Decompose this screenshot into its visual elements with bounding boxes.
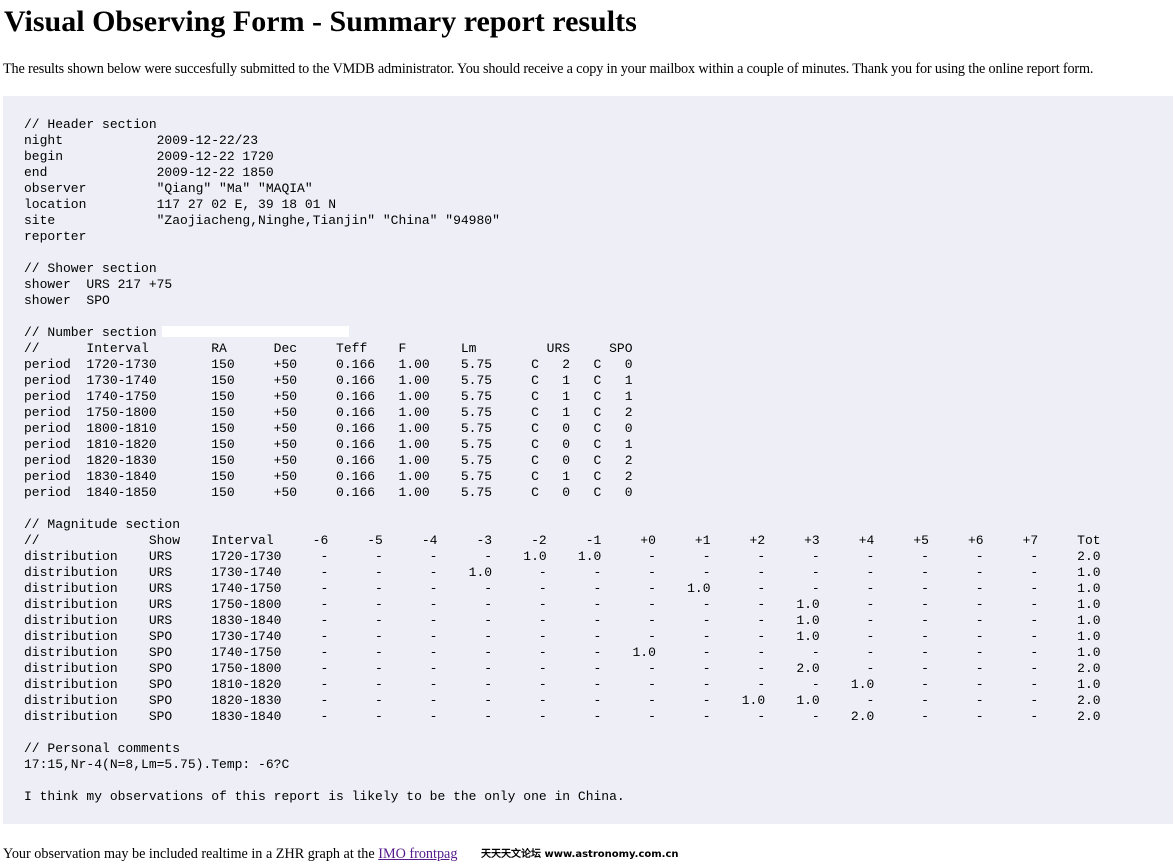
report-line: period 1820-1830 150 +50 0.166 1.00 5.75… — [24, 453, 633, 468]
intro-text: The results shown below were succesfully… — [3, 61, 1094, 77]
report-line: reporter — [24, 229, 87, 244]
report-line: location 117 27 02 E, 39 18 01 N — [24, 197, 337, 212]
report-line: observer "Qiang" "Ma" "MAQIA" — [24, 181, 313, 196]
report-line: period 1840-1850 150 +50 0.166 1.00 5.75… — [24, 485, 633, 500]
report-line: distribution URS 1720-1730 - - - - 1.0 1… — [24, 549, 1101, 564]
report-line: distribution URS 1830-1840 - - - - - - -… — [24, 613, 1101, 628]
report-line: // Show Interval -6 -5 -4 -3 -2 -1 +0 +1… — [24, 533, 1101, 548]
footer-text-before-link: Your observation may be included realtim… — [3, 846, 379, 862]
report-line: begin 2009-12-22 1720 — [24, 149, 274, 164]
report-text: // Header section night 2009-12-22/23 be… — [24, 117, 1101, 805]
report-line: distribution URS 1740-1750 - - - - - - -… — [24, 581, 1101, 596]
reporter-redaction — [162, 326, 349, 337]
report-line: distribution URS 1730-1740 - - - 1.0 - -… — [24, 565, 1101, 580]
report-line: night 2009-12-22/23 — [24, 133, 259, 148]
report-line: period 1750-1800 150 +50 0.166 1.00 5.75… — [24, 405, 633, 420]
report-line: end 2009-12-22 1850 — [24, 165, 274, 180]
report-line: period 1830-1840 150 +50 0.166 1.00 5.75… — [24, 469, 633, 484]
page-title: Visual Observing Form - Summary report r… — [4, 5, 637, 38]
report-line: period 1730-1740 150 +50 0.166 1.00 5.75… — [24, 373, 633, 388]
report-line: // Number section — [24, 325, 157, 340]
report-box: // Header section night 2009-12-22/23 be… — [3, 96, 1173, 824]
footer-text: Your observation may be included realtim… — [3, 845, 457, 863]
report-line: distribution SPO 1750-1800 - - - - - - -… — [24, 661, 1101, 676]
report-line: distribution SPO 1820-1830 - - - - - - -… — [24, 693, 1101, 708]
report-line: distribution SPO 1810-1820 - - - - - - -… — [24, 677, 1101, 692]
site-watermark: 天天天文论坛 www.astronomy.com.cn — [481, 849, 679, 861]
report-line: site "Zaojiacheng,Ninghe,Tianjin" "China… — [24, 213, 500, 228]
report-line: distribution SPO 1830-1840 - - - - - - -… — [24, 709, 1101, 724]
report-line: // Interval RA Dec Teff F Lm URS SPO — [24, 341, 633, 356]
report-line: distribution URS 1750-1800 - - - - - - -… — [24, 597, 1101, 612]
report-line: // Shower section — [24, 261, 157, 276]
report-line: distribution SPO 1740-1750 - - - - - - 1… — [24, 645, 1101, 660]
imo-frontpage-link[interactable]: IMO frontpag — [378, 846, 457, 862]
report-line: period 1720-1730 150 +50 0.166 1.00 5.75… — [24, 357, 633, 372]
report-line: shower SPO — [24, 293, 110, 308]
report-line: // Header section — [24, 117, 157, 132]
report-line: // Magnitude section — [24, 517, 181, 532]
report-line: distribution SPO 1730-1740 - - - - - - -… — [24, 629, 1101, 644]
report-line: period 1800-1810 150 +50 0.166 1.00 5.75… — [24, 421, 633, 436]
report-line: 17:15,Nr-4(N=8,Lm=5.75).Temp: -6?C — [24, 757, 290, 772]
report-line: period 1740-1750 150 +50 0.166 1.00 5.75… — [24, 389, 633, 404]
report-line: period 1810-1820 150 +50 0.166 1.00 5.75… — [24, 437, 633, 452]
report-line: shower URS 217 +75 — [24, 277, 173, 292]
report-line: // Personal comments — [24, 741, 181, 756]
report-line: I think my observations of this report i… — [24, 789, 625, 804]
